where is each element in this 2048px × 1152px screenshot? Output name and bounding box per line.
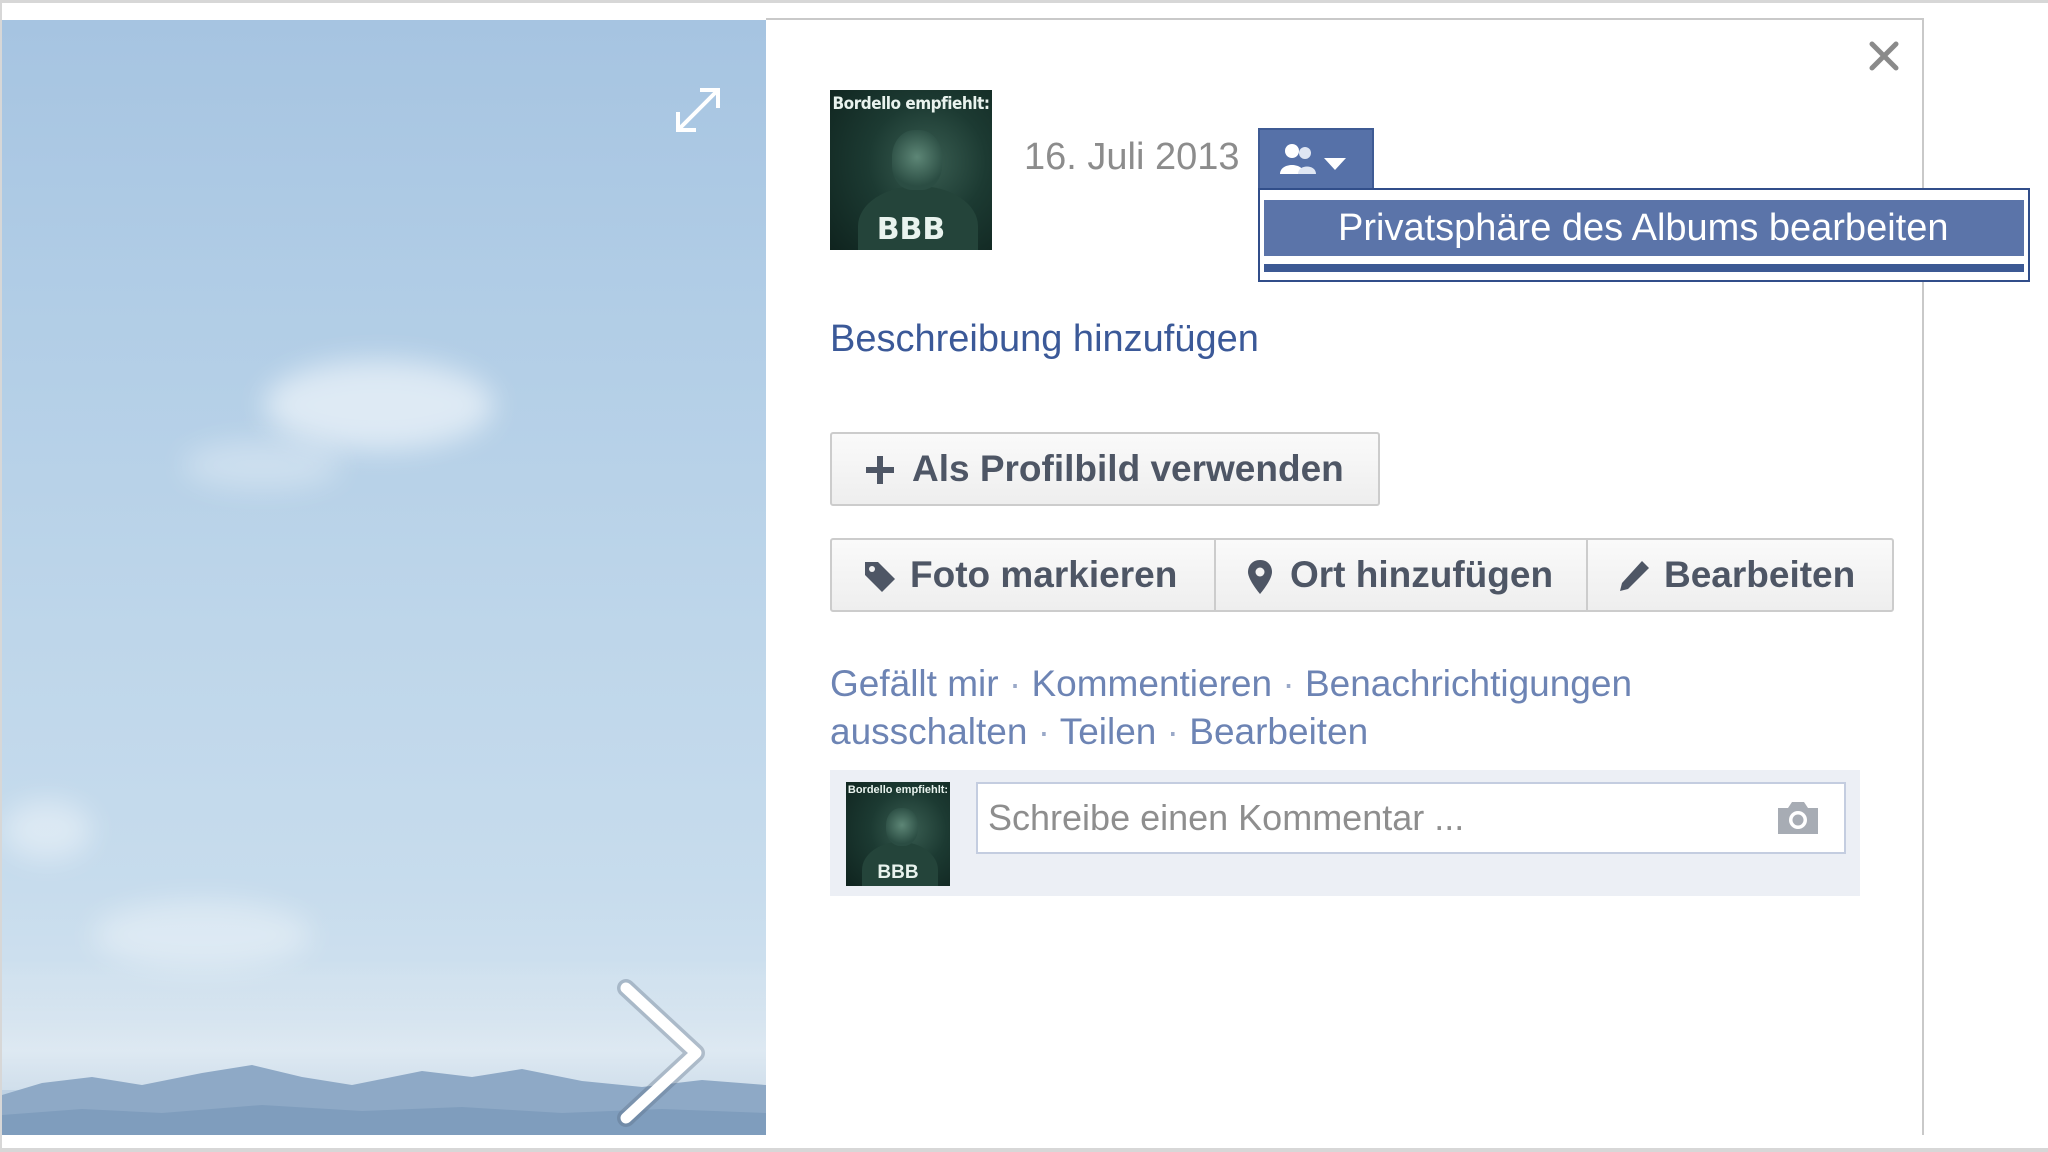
camera-icon[interactable] <box>1774 798 1822 838</box>
separator: · <box>998 663 1032 704</box>
comment-composer: Bordello empfiehlt: BBB <box>830 770 1860 896</box>
close-icon[interactable] <box>1864 36 1904 76</box>
map-pin-icon <box>1248 560 1272 594</box>
avatar[interactable]: Bordello empfiehlt: BBB <box>830 90 992 250</box>
frame-border-top <box>0 0 2048 3</box>
commenter-avatar-caption: Bordello empfiehlt: <box>847 784 949 796</box>
privacy-dropdown: Privatsphäre des Albums bearbeiten <box>1258 188 2030 282</box>
like-link[interactable]: Gefällt mir <box>830 663 999 704</box>
share-link[interactable]: Teilen <box>1060 711 1157 752</box>
add-place-button[interactable]: Ort hinzufügen <box>1214 540 1588 610</box>
cloud <box>264 360 494 450</box>
commenter-avatar: Bordello empfiehlt: BBB <box>846 782 950 886</box>
add-description-link[interactable]: Beschreibung hinzufügen <box>830 318 1259 361</box>
comment-input[interactable] <box>988 792 1748 844</box>
photo-image[interactable] <box>2 20 766 1135</box>
edit-link[interactable]: Bearbeiten <box>1189 711 1368 752</box>
tag-photo-label: Foto markieren <box>910 554 1178 595</box>
friends-icon <box>1280 144 1346 174</box>
avatar-caption: Bordello empfiehlt: <box>832 94 990 114</box>
photo-action-buttons: Foto markieren Ort hinzufügen Bearbeiten <box>830 538 1894 612</box>
post-actions: Gefällt mir · Kommentieren · Benachricht… <box>830 660 1730 756</box>
add-place-label: Ort hinzufügen <box>1290 554 1554 595</box>
separator: · <box>1027 711 1060 752</box>
photo-viewer: Bordello empfiehlt: BBB 16. Juli 2013 Pr… <box>0 0 2048 1152</box>
commenter-avatar-brand: BBB <box>877 862 919 883</box>
privacy-button[interactable] <box>1258 128 1374 190</box>
frame-border-bottom <box>0 1148 2048 1152</box>
comment-field[interactable] <box>976 782 1846 854</box>
avatar-brand: BBB <box>876 212 946 247</box>
dropdown-divider <box>1264 264 2024 272</box>
edit-album-privacy-item[interactable]: Privatsphäre des Albums bearbeiten <box>1264 200 2024 256</box>
edit-label: Bearbeiten <box>1664 554 1856 595</box>
cloud <box>2 800 92 860</box>
expand-icon[interactable] <box>670 82 726 138</box>
separator: · <box>1272 663 1305 704</box>
profile-picture-label: Als Profilbild verwenden <box>912 448 1344 489</box>
use-as-profile-picture-button[interactable]: Als Profilbild verwenden <box>830 432 1380 506</box>
edit-button[interactable]: Bearbeiten <box>1586 540 1894 610</box>
comment-link[interactable]: Kommentieren <box>1031 663 1272 704</box>
plus-icon <box>866 456 894 484</box>
chevron-right-icon[interactable] <box>604 978 714 1128</box>
post-date[interactable]: 16. Juli 2013 <box>1024 136 1240 179</box>
pencil-icon <box>1620 561 1649 591</box>
cloud <box>182 440 342 490</box>
tag-icon <box>865 562 895 592</box>
separator: · <box>1156 711 1190 752</box>
tag-photo-button[interactable]: Foto markieren <box>832 540 1214 610</box>
dropdown-item-label: Privatsphäre des Albums bearbeiten <box>1338 207 1949 249</box>
